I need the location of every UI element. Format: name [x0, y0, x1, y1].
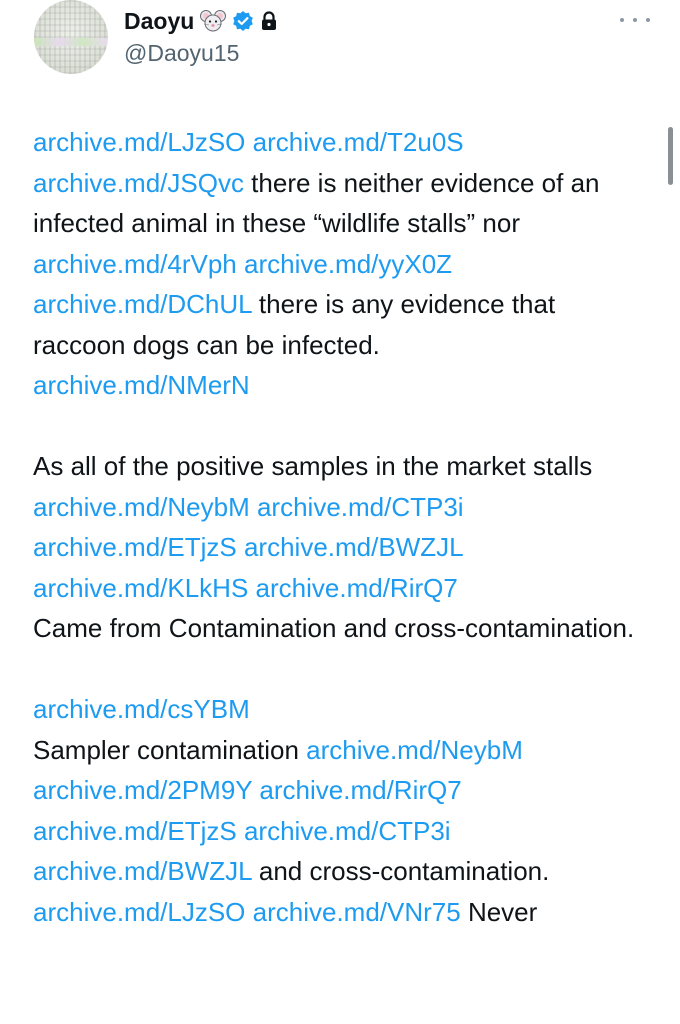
archive-link[interactable]: archive.md/2PM9Y	[33, 775, 252, 805]
verified-badge-icon[interactable]	[232, 10, 254, 32]
tweet-paragraph-3: archive.md/csYBM Sampler contamination a…	[33, 689, 653, 932]
archive-link[interactable]: archive.md/ETjzS	[33, 532, 237, 562]
tweet-text-segment: Never	[460, 896, 538, 927]
archive-link[interactable]: archive.md/LJzSO	[33, 897, 245, 927]
scrollbar[interactable]	[668, 127, 673, 185]
more-options-icon[interactable]	[620, 10, 650, 30]
archive-link[interactable]: archive.md/DChUL	[33, 289, 252, 319]
archive-link[interactable]: archive.md/BWZJL	[33, 856, 252, 886]
archive-link[interactable]: archive.md/T2u0S	[253, 127, 464, 157]
tweet-text-segment: Sampler contamination	[33, 734, 307, 765]
archive-link[interactable]: archive.md/LJzSO	[33, 127, 245, 157]
tweet-header: Daoyu @Daoyu15	[0, 0, 680, 90]
author-handle[interactable]: @Daoyu15	[124, 40, 239, 67]
author-name-row: Daoyu	[124, 6, 278, 36]
archive-link[interactable]: archive.md/NMerN	[33, 370, 250, 400]
archive-link[interactable]: archive.md/RirQ7	[256, 573, 458, 603]
archive-link[interactable]: archive.md/NeybM	[33, 492, 250, 522]
tweet-paragraph-1: archive.md/LJzSO archive.md/T2u0S archiv…	[33, 122, 653, 406]
archive-link[interactable]: archive.md/CTP3i	[257, 492, 464, 522]
archive-link[interactable]: archive.md/NeybM	[306, 735, 523, 765]
archive-link[interactable]: archive.md/4rVph	[33, 249, 237, 279]
mouse-face-icon	[200, 8, 227, 34]
lock-icon	[260, 11, 278, 31]
tweet-text-segment: and cross-contamination.	[251, 856, 550, 886]
author-display-name[interactable]: Daoyu	[124, 8, 194, 35]
tweet-paragraph-2: As all of the positive samples in the ma…	[33, 446, 653, 649]
tweet-text-segment: Came from Contamination and cross-contam…	[33, 613, 635, 643]
archive-link[interactable]: archive.md/CTP3i	[244, 816, 451, 846]
archive-link[interactable]: archive.md/VNr75	[253, 897, 461, 927]
archive-link[interactable]: archive.md/yyX0Z	[244, 249, 452, 279]
archive-link[interactable]: archive.md/RirQ7	[259, 775, 461, 805]
archive-link[interactable]: archive.md/csYBM	[33, 694, 250, 724]
more-dot	[633, 18, 637, 22]
archive-link[interactable]: archive.md/KLkHS	[33, 573, 248, 603]
avatar[interactable]	[34, 0, 108, 74]
archive-link[interactable]: archive.md/JSQvc	[33, 168, 244, 198]
more-dot	[646, 18, 650, 22]
more-dot	[620, 18, 624, 22]
tweet-text-segment: As all of the positive samples in the ma…	[33, 451, 593, 481]
archive-link[interactable]: archive.md/ETjzS	[33, 816, 237, 846]
archive-link[interactable]: archive.md/BWZJL	[244, 532, 464, 562]
tweet-text: archive.md/LJzSO archive.md/T2u0S archiv…	[33, 122, 653, 932]
